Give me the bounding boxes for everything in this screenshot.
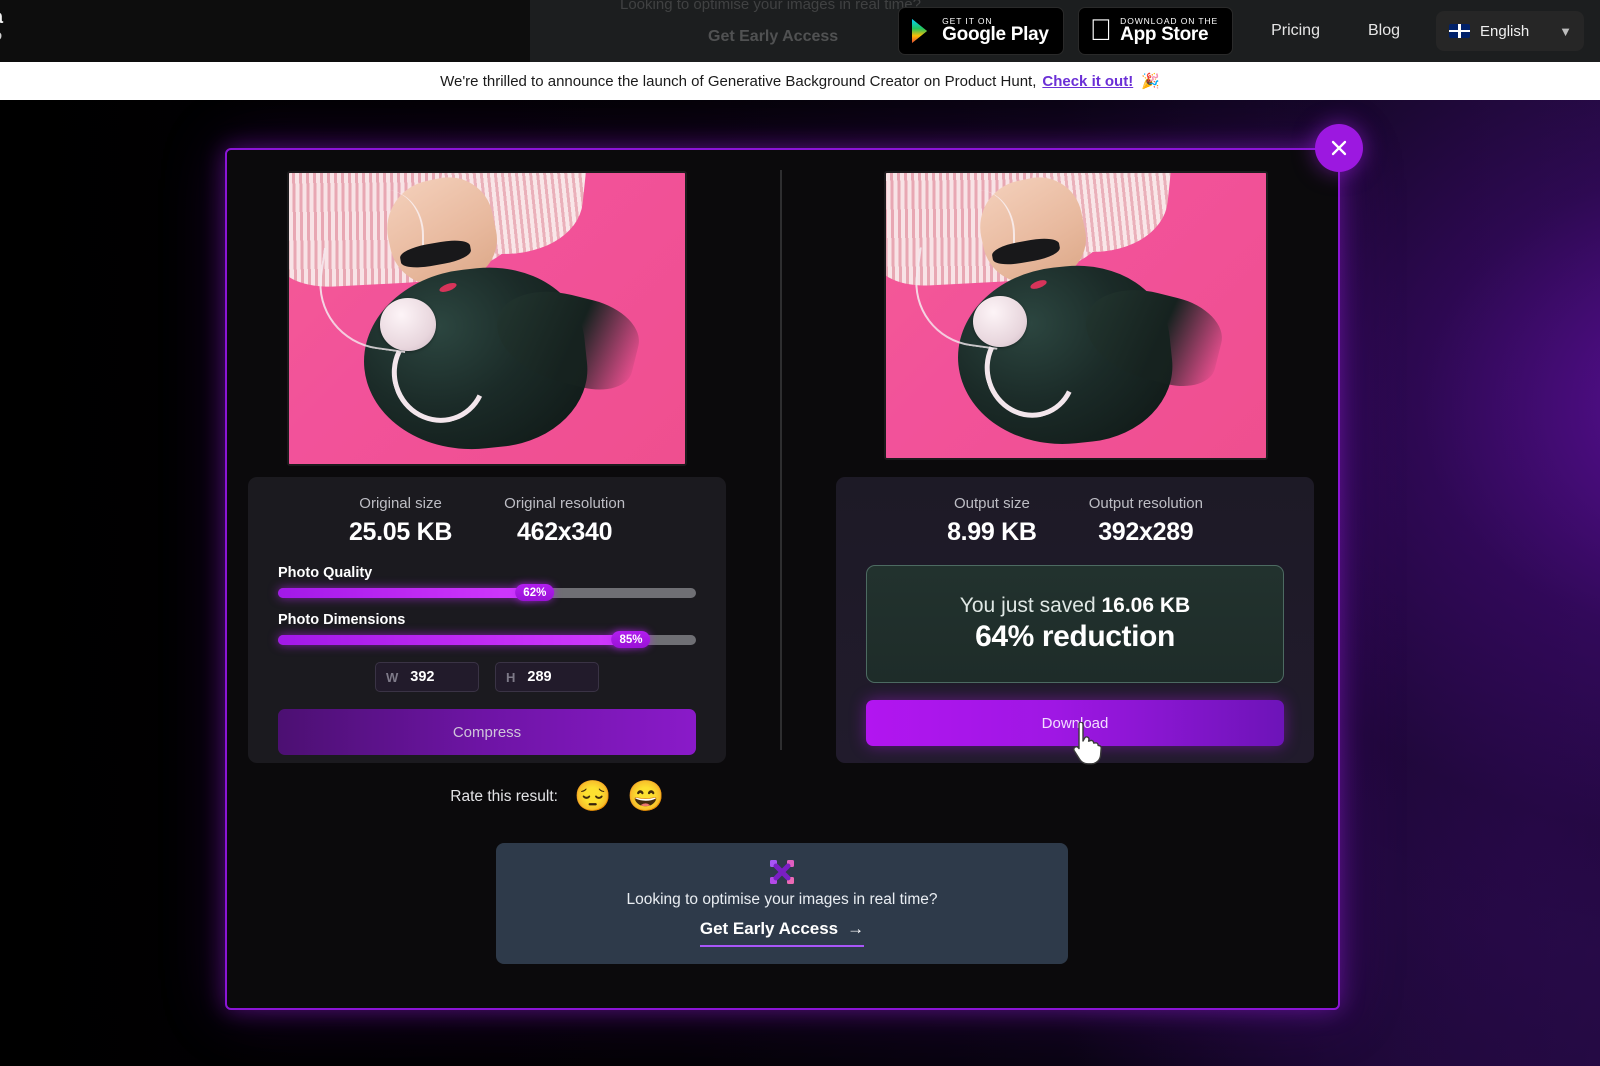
logo-line-1: dia xyxy=(0,7,3,28)
stat-label: Output resolution xyxy=(1088,495,1203,512)
grinning-emoji[interactable]: 😄 xyxy=(627,782,664,812)
announcement-link[interactable]: Check it out! xyxy=(1042,73,1133,90)
stat-original-resolution: Original resolution 462x340 xyxy=(478,495,651,547)
slider-value-badge: 85% xyxy=(611,631,651,648)
header-left-panel xyxy=(0,0,530,62)
stat-label: Original size xyxy=(359,495,442,512)
original-info-card: Original size 25.05 KB Original resoluti… xyxy=(248,477,726,763)
pensive-emoji[interactable]: 😔 xyxy=(574,782,611,812)
panel-divider xyxy=(780,170,782,750)
photo-dimensions-slider[interactable]: 85% xyxy=(278,631,696,648)
language-selector[interactable]: English ▼ xyxy=(1436,11,1584,51)
stat-value: 25.05 KB xyxy=(348,518,453,546)
nav-link-blog[interactable]: Blog xyxy=(1344,22,1424,40)
savings-prefix: You just saved xyxy=(959,594,1102,617)
download-button[interactable]: Download xyxy=(866,700,1284,746)
cta-text: Looking to optimise your images in real … xyxy=(626,891,938,908)
original-image-preview xyxy=(287,171,687,466)
savings-summary: You just saved 16.06 KB 64% reduction xyxy=(866,565,1284,683)
compress-button[interactable]: Compress xyxy=(278,709,696,755)
ghost-text-headline: Looking to optimise your images in real … xyxy=(620,0,921,13)
stat-output-resolution: Output resolution 392x289 xyxy=(1063,495,1229,547)
announcement-text: We're thrilled to announce the launch of… xyxy=(440,72,1037,90)
stat-value: 392x289 xyxy=(1098,518,1194,546)
brand-mark-icon xyxy=(769,859,795,885)
photo-quality-label: Photo Quality xyxy=(278,565,373,581)
stat-output-size: Output size 8.99 KB xyxy=(921,495,1063,547)
arrow-right-icon: → xyxy=(847,919,865,938)
savings-line: You just saved 16.06 KB xyxy=(960,594,1190,618)
photo-dimensions-label: Photo Dimensions xyxy=(278,612,406,628)
google-play-badge[interactable]: GET IT ON Google Play xyxy=(898,7,1064,55)
output-info-card: Output size 8.99 KB Output resolution 39… xyxy=(836,477,1314,763)
nav-link-pricing[interactable]: Pricing xyxy=(1247,22,1344,40)
photo-compressed xyxy=(886,173,1266,458)
language-label: English xyxy=(1480,22,1530,40)
cta-link-label: Get Early Access xyxy=(699,919,839,938)
announcement-bar: We're thrilled to announce the launch of… xyxy=(0,62,1600,100)
savings-amount: 16.06 KB xyxy=(1101,594,1191,617)
width-value: 392 xyxy=(410,669,435,685)
slider-value-badge: 62% xyxy=(515,584,555,601)
ghost-text-cta: Get Early Access xyxy=(708,28,839,45)
header-nav: GET IT ON Google Play  Download on the … xyxy=(898,0,1600,62)
get-early-access-link[interactable]: Get Early Access → xyxy=(699,919,865,947)
height-value: 289 xyxy=(527,669,552,685)
party-popper-icon: 🎉 xyxy=(1141,73,1160,90)
rating-row: Rate this result: 😔 😄 xyxy=(0,782,1115,812)
photo-original xyxy=(289,173,685,464)
photo-quality-slider[interactable]: 62% xyxy=(278,584,696,601)
output-stats: Output size 8.99 KB Output resolution 39… xyxy=(852,495,1298,551)
slider-fill xyxy=(278,588,538,598)
logo-line-2: n.io xyxy=(0,28,3,44)
site-header: dia n.io Looking to optimise your images… xyxy=(0,0,1600,62)
rating-label: Rate this result: xyxy=(450,788,558,805)
width-input[interactable]: W 392 xyxy=(375,662,479,692)
google-play-label: Google Play xyxy=(942,24,1049,46)
google-play-icon xyxy=(910,18,934,44)
chevron-down-icon: ▼ xyxy=(1559,23,1572,39)
stat-label: Original resolution xyxy=(504,495,626,512)
apple-icon:  xyxy=(1090,16,1113,46)
stat-value: 8.99 KB xyxy=(947,518,1037,546)
stat-original-size: Original size 25.05 KB xyxy=(323,495,478,547)
app-store-badge[interactable]:  Download on the App Store xyxy=(1077,7,1234,55)
width-key: W xyxy=(386,669,399,685)
height-input[interactable]: H 289 xyxy=(495,662,599,692)
close-icon[interactable] xyxy=(1315,124,1363,172)
slider-fill xyxy=(278,635,634,645)
original-stats: Original size 25.05 KB Original resoluti… xyxy=(264,495,710,551)
height-key: H xyxy=(506,669,516,685)
compressed-image-preview xyxy=(884,171,1268,460)
savings-reduction: 64% reduction xyxy=(975,620,1175,653)
stat-label: Output size xyxy=(953,495,1030,512)
early-access-cta: Looking to optimise your images in real … xyxy=(496,843,1068,964)
site-logo[interactable]: dia n.io xyxy=(0,8,3,44)
app-store-label: App Store xyxy=(1120,24,1209,46)
dimension-inputs: W 392 H 289 xyxy=(264,662,710,692)
stat-value: 462x340 xyxy=(516,518,613,546)
uk-flag-icon xyxy=(1449,24,1470,38)
